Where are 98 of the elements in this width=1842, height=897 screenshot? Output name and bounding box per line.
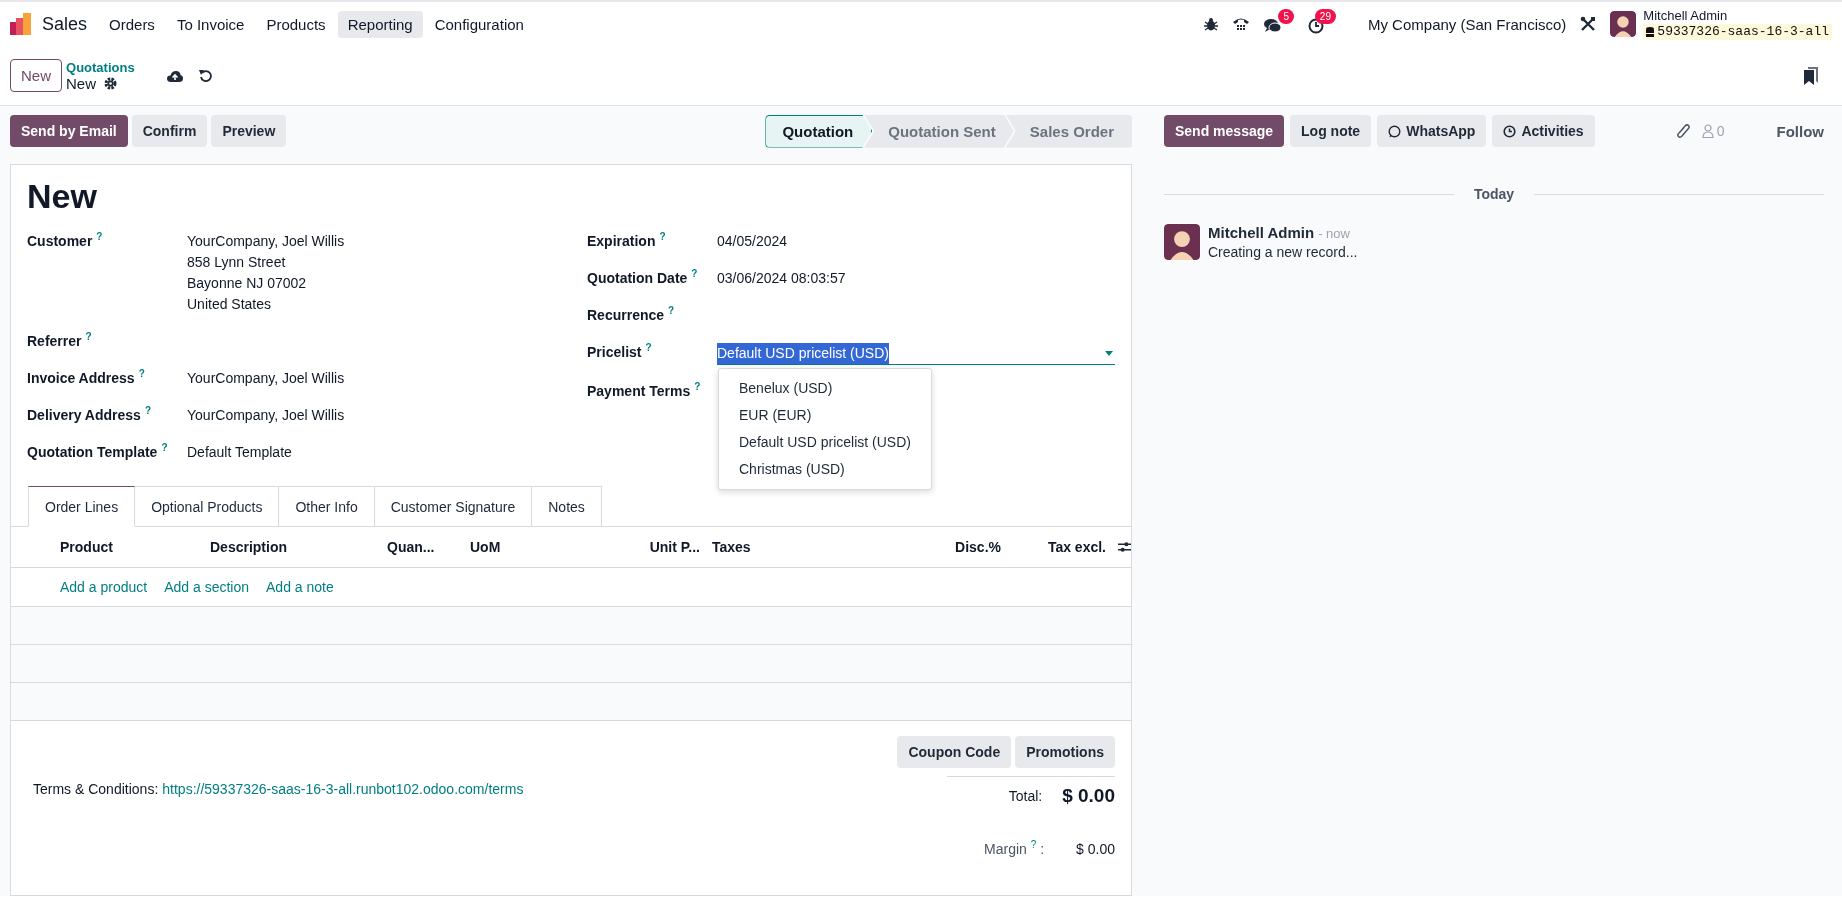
message-author: Mitchell Admin: [1208, 224, 1315, 241]
action-button[interactable]: Send by Email: [10, 115, 128, 147]
field-label: Expiration $^{?}$: [587, 231, 667, 251]
add-link[interactable]: Add a note: [266, 579, 334, 595]
footer-button[interactable]: Promotions: [1015, 736, 1115, 768]
field-value: YourCompany, Joel Willis: [187, 232, 345, 251]
dropdown-option[interactable]: Benelux (USD): [719, 375, 931, 402]
record-name: New: [66, 75, 97, 92]
column-header[interactable]: UoM: [470, 539, 610, 555]
user-avatar: [1610, 11, 1637, 37]
activity-clock-button[interactable]: 29: [1307, 8, 1336, 34]
field-label: Pricelist $^{?}$: [587, 342, 653, 362]
date-separator: Today: [1473, 186, 1515, 202]
clock-icon: [1503, 124, 1517, 138]
message-time: - now: [1318, 226, 1350, 241]
field-label: Delivery Address $^{?}$: [27, 405, 152, 425]
tab[interactable]: Order Lines: [28, 486, 136, 527]
tab[interactable]: Other Info: [279, 486, 375, 527]
gear-icon[interactable]: [104, 77, 118, 90]
chat-bubble-icon: [1388, 124, 1402, 138]
message-body: Creating a new record...: [1208, 244, 1358, 260]
breadcrumb-link[interactable]: Quotations: [66, 59, 135, 76]
app-name[interactable]: Sales: [42, 13, 88, 35]
messages-button[interactable]: 5: [1263, 8, 1294, 34]
field-value: 03/06/2024 08:03:57: [717, 269, 846, 288]
caret-icon: [1105, 350, 1113, 356]
total-value: $ 0.00: [1062, 785, 1115, 807]
menu-item[interactable]: To Invoice: [166, 10, 255, 38]
company-switcher[interactable]: My Company (San Francisco): [1367, 15, 1567, 33]
count-badge: 5: [1278, 8, 1294, 24]
menu-item[interactable]: Products: [256, 10, 336, 38]
chatter-button[interactable]: WhatsApp: [1377, 115, 1487, 147]
chat-icon: [1263, 17, 1282, 34]
column-header[interactable]: Quan...: [387, 539, 470, 555]
menu-item[interactable]: Orders: [99, 10, 165, 38]
tab[interactable]: Optional Products: [135, 486, 280, 527]
field-value: Bayonne NJ 07002: [187, 274, 308, 293]
field-value: YourCompany, Joel Willis: [187, 406, 345, 425]
action-button[interactable]: Preview: [211, 115, 287, 147]
column-header[interactable]: Product: [60, 539, 210, 555]
field-label: Quotation Date $^{?}$: [587, 268, 699, 288]
app-logo[interactable]: [10, 13, 32, 35]
undo-icon[interactable]: [198, 69, 212, 82]
dropdown-option[interactable]: Christmas (USD): [719, 456, 931, 483]
send-message-button[interactable]: Send message: [1164, 115, 1285, 147]
column-header[interactable]: Tax excl.: [1001, 539, 1106, 555]
margin-value: $ 0.00: [1076, 841, 1115, 857]
field-value: YourCompany, Joel Willis: [187, 369, 345, 388]
tab[interactable]: Notes: [532, 486, 602, 527]
field-label: Referrer $^{?}$: [27, 331, 93, 351]
field-label: Payment Terms $^{?}$: [587, 381, 702, 401]
footer-button[interactable]: Coupon Code: [897, 736, 1012, 768]
user-name[interactable]: Mitchell Admin: [1643, 8, 1832, 24]
new-button[interactable]: New: [10, 59, 62, 92]
add-link[interactable]: Add a section: [164, 579, 249, 595]
dropdown-option[interactable]: EUR (EUR): [719, 402, 931, 429]
menu-item[interactable]: Reporting: [337, 10, 423, 38]
terms-link[interactable]: https://59337326-saas-16-3-all.runbot102.odoo.com/terms: [162, 781, 524, 797]
status-stage[interactable]: Quotation: [765, 114, 873, 148]
field-label: Customer $^{?}$: [27, 231, 104, 251]
menu-item[interactable]: Configuration: [424, 10, 534, 38]
database-icon: [1646, 27, 1655, 37]
bug-icon[interactable]: [1203, 17, 1218, 31]
phone-icon[interactable]: [1231, 16, 1250, 32]
settings-icon[interactable]: [1118, 541, 1131, 553]
field-label: Invoice Address $^{?}$: [27, 368, 146, 388]
chatter-button[interactable]: Activities: [1492, 115, 1595, 147]
status-stage[interactable]: Sales Order: [1005, 114, 1132, 148]
pricelist-select[interactable]: Default USD pricelist (USD): [717, 342, 1115, 365]
record-title: New: [26, 176, 98, 217]
margin-label: Margin $^{?}$ :: [984, 841, 1045, 857]
person-icon: [1701, 124, 1714, 138]
dropdown-option[interactable]: Default USD pricelist (USD): [719, 429, 931, 456]
field-label: Quotation Template $^{?}$: [27, 442, 169, 462]
field-value: 858 Lynn Street: [187, 253, 287, 272]
field-label: Recurrence $^{?}$: [587, 305, 676, 325]
tools-icon[interactable]: [1580, 16, 1597, 32]
bookmark-icon[interactable]: [1804, 66, 1818, 85]
cloud-upload-icon[interactable]: [166, 69, 183, 82]
action-button[interactable]: Confirm: [131, 115, 208, 147]
follow-button[interactable]: Follow: [1776, 122, 1824, 140]
add-link[interactable]: Add a product: [60, 579, 148, 595]
field-value: Default Template: [187, 443, 292, 462]
column-header[interactable]: Description: [210, 539, 387, 555]
terms-label: Terms & Conditions:: [33, 781, 159, 797]
column-header[interactable]: Disc.%: [941, 539, 1001, 555]
field-value: United States: [187, 295, 273, 314]
total-label: Total:: [1008, 788, 1043, 804]
status-stage[interactable]: Quotation Sent: [864, 114, 1014, 148]
paperclip-icon[interactable]: [1675, 123, 1690, 139]
tab[interactable]: Customer Signature: [374, 486, 533, 527]
chatter-button[interactable]: Log note: [1290, 115, 1372, 147]
column-header[interactable]: Unit P...: [610, 539, 700, 555]
field-value: 04/05/2024: [717, 232, 788, 251]
database-name: 59337326-saas-16-3-all: [1643, 24, 1832, 40]
column-header[interactable]: Taxes: [712, 539, 941, 555]
count-badge: 29: [1314, 8, 1336, 24]
author-avatar: [1164, 224, 1200, 260]
